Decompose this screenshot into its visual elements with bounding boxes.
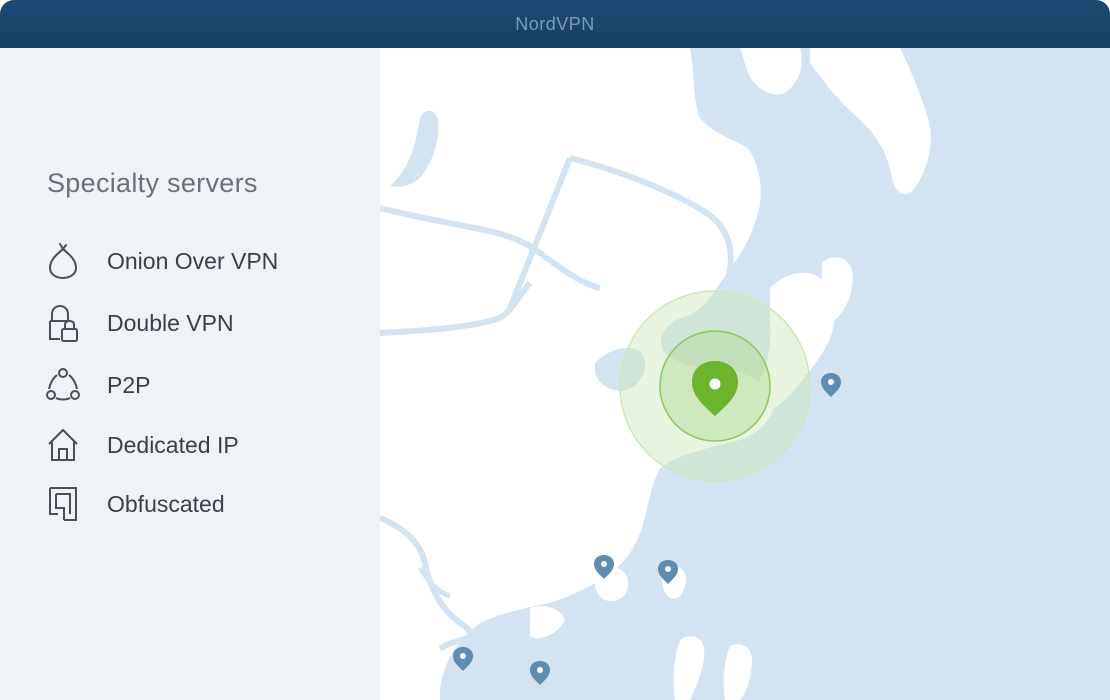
north-coast	[810, 48, 931, 195]
sidebar-item-label: Onion Over VPN	[107, 247, 279, 274]
sidebar: Specialty servers Onion Over VPN Double …	[0, 48, 380, 700]
double-lock-icon	[46, 303, 80, 343]
map-canvas	[380, 48, 931, 700]
server-pin-south-4[interactable]	[530, 661, 550, 685]
sidebar-item-label: P2P	[107, 371, 151, 398]
server-pin-east[interactable]	[821, 373, 841, 397]
sidebar-item-label: Obfuscated	[107, 490, 225, 517]
obfuscated-icon	[46, 484, 80, 524]
world-map[interactable]	[380, 48, 1110, 700]
title-bar: NordVPN	[0, 0, 1110, 48]
sidebar-item-onion-over-vpn[interactable]: Onion Over VPN	[46, 239, 278, 283]
sidebar-item-p2p[interactable]: P2P	[46, 363, 150, 407]
p2p-icon	[46, 365, 80, 405]
sidebar-item-double-vpn[interactable]: Double VPN	[46, 301, 234, 345]
onion-icon	[46, 241, 80, 281]
server-pin-south-3[interactable]	[453, 647, 473, 671]
sidebar-item-dedicated-ip[interactable]: Dedicated IP	[46, 423, 239, 467]
sidebar-item-label: Dedicated IP	[107, 431, 239, 458]
sidebar-item-label: Double VPN	[107, 309, 234, 336]
window-title: NordVPN	[515, 13, 595, 34]
sidebar-heading: Specialty servers	[47, 168, 258, 198]
sidebar-item-obfuscated[interactable]: Obfuscated	[46, 482, 225, 526]
house-icon	[46, 425, 80, 465]
